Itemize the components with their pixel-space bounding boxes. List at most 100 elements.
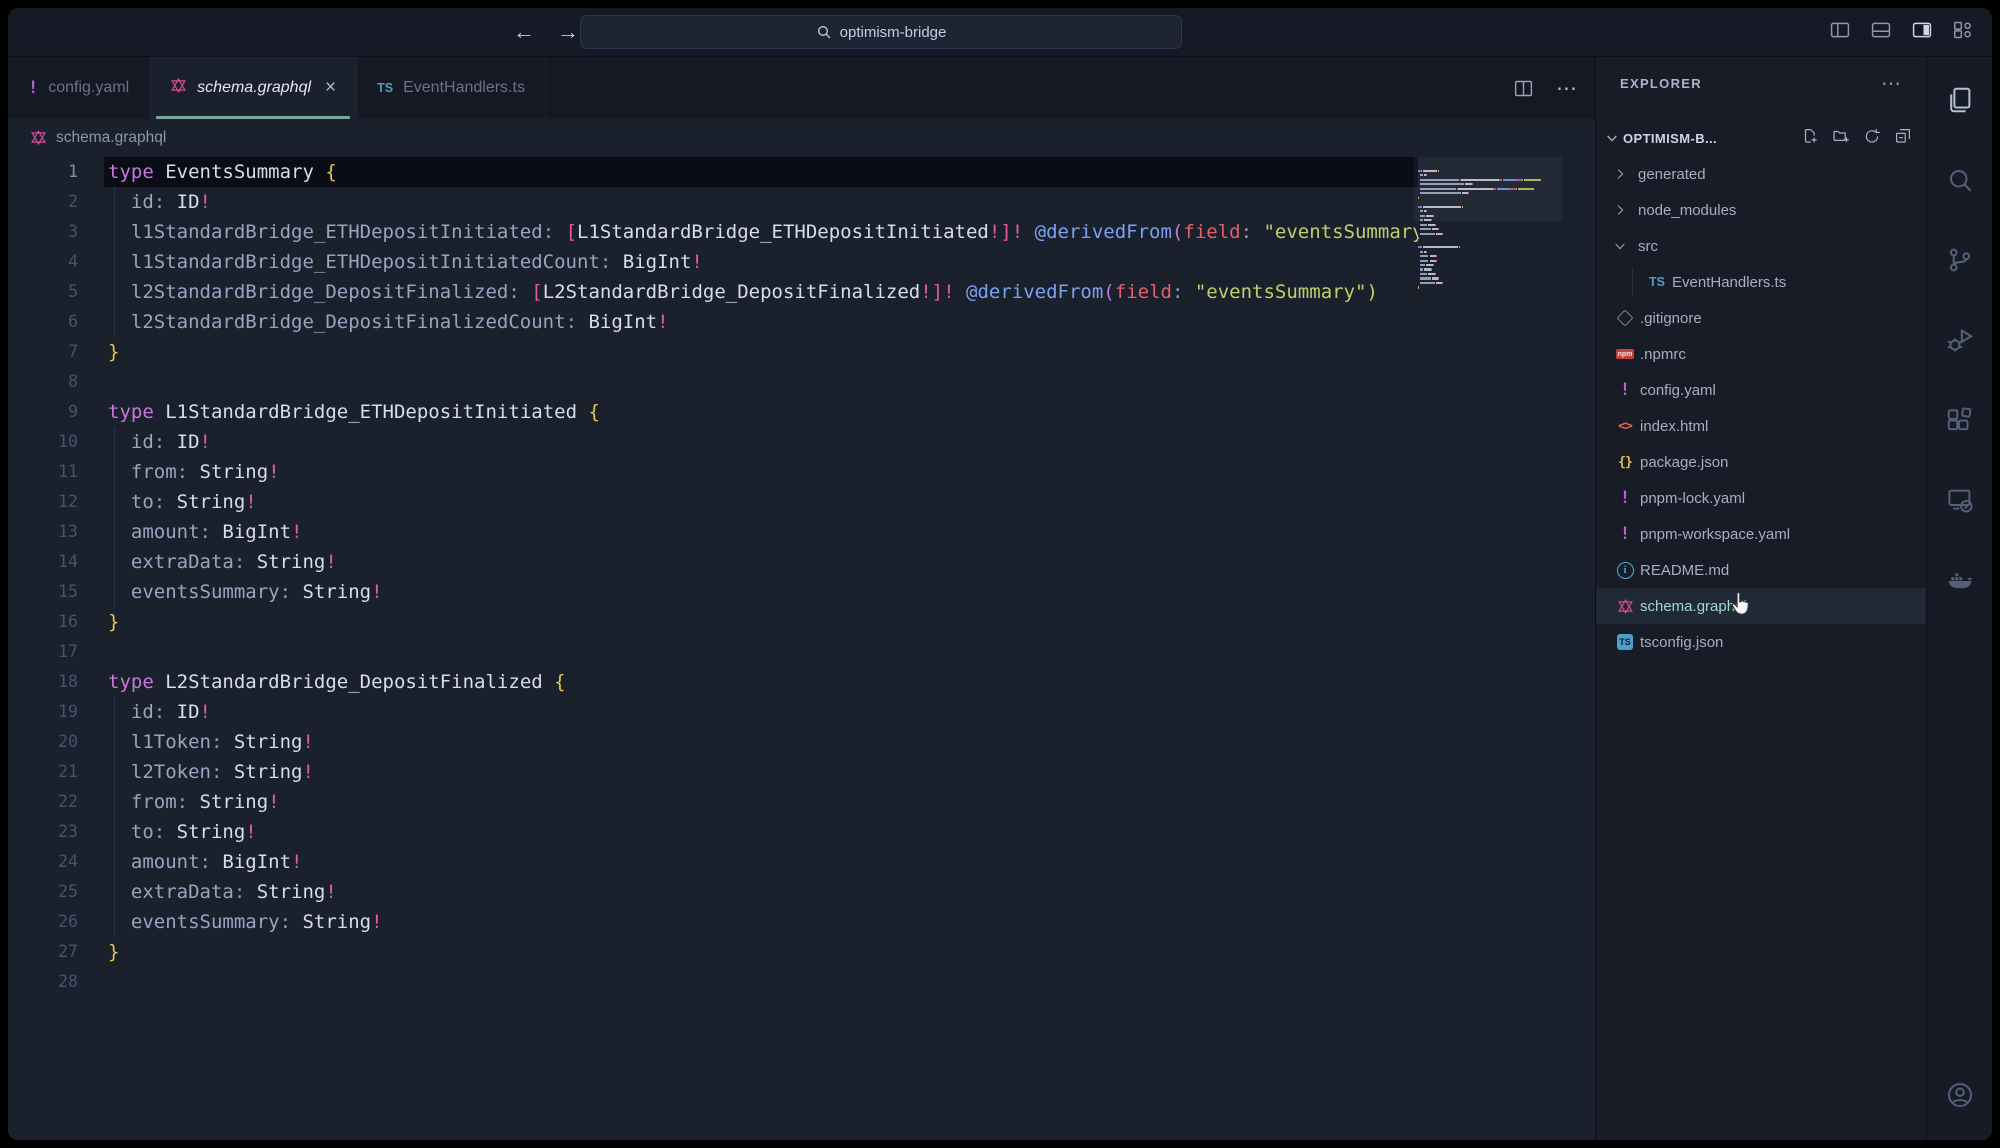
minimap-line <box>1418 224 1558 226</box>
code-line[interactable]: from: String! <box>108 457 1418 487</box>
code-line[interactable]: eventsSummary: String! <box>108 907 1418 937</box>
docker-icon[interactable] <box>1945 565 1975 595</box>
line-number: 14 <box>8 547 78 577</box>
tab-config.yaml[interactable]: !config.yaml <box>8 57 150 119</box>
code-line[interactable]: to: String! <box>108 487 1418 517</box>
search-icon <box>816 24 832 40</box>
workbench: !config.yamlschema.graphql×TSEventHandle… <box>8 56 1992 1140</box>
toggle-panel-bottom-icon[interactable] <box>1870 19 1892 46</box>
command-center-search[interactable]: optimism-bridge <box>580 15 1182 49</box>
file-item-package.json[interactable]: {}package.json <box>1596 444 1926 480</box>
code-line[interactable]: l1StandardBridge_ETHDepositInitiated: [L… <box>108 217 1418 247</box>
minimap-line <box>1418 238 1558 240</box>
remote-icon[interactable] <box>1945 485 1975 515</box>
customize-layout-icon[interactable] <box>1952 19 1974 46</box>
code-line[interactable]: amount: BigInt! <box>108 847 1418 877</box>
file-item-pnpm-lock.yaml[interactable]: !pnpm-lock.yaml <box>1596 480 1926 516</box>
file-item-.npmrc[interactable]: npm.npmrc <box>1596 336 1926 372</box>
file-item-schema.graphql[interactable]: schema.graphql <box>1596 588 1926 624</box>
code-line[interactable]: type L1StandardBridge_ETHDepositInitiate… <box>108 397 1418 427</box>
files-icon[interactable] <box>1945 85 1975 115</box>
code-line[interactable] <box>108 967 1418 997</box>
code-line[interactable]: extraData: String! <box>108 547 1418 577</box>
breadcrumb[interactable]: schema.graphql <box>8 119 1595 156</box>
code-line[interactable]: l2StandardBridge_DepositFinalized: [L2St… <box>108 277 1418 307</box>
code-line[interactable]: id: ID! <box>108 187 1418 217</box>
file-name: .gitignore <box>1640 310 1702 327</box>
collapse-all-icon[interactable] <box>1894 127 1912 149</box>
folder-item-generated[interactable]: generated <box>1596 156 1926 192</box>
code-editor[interactable]: 1234567891011121314151617181920212223242… <box>8 156 1595 1140</box>
code-line[interactable]: amount: BigInt! <box>108 517 1418 547</box>
line-number-gutter: 1234567891011121314151617181920212223242… <box>8 157 78 997</box>
split-editor-icon[interactable] <box>1513 78 1534 99</box>
minimap-line <box>1418 229 1558 231</box>
extensions-icon[interactable] <box>1945 405 1975 435</box>
file-item-pnpm-workspace.yaml[interactable]: !pnpm-workspace.yaml <box>1596 516 1926 552</box>
code-line[interactable]: l1Token: String! <box>108 727 1418 757</box>
code-line[interactable]: l1StandardBridge_ETHDepositInitiatedCoun… <box>108 247 1418 277</box>
tab-label: schema.graphql <box>197 79 311 97</box>
file-item-index.html[interactable]: <>index.html <box>1596 408 1926 444</box>
line-number: 1 <box>8 157 78 187</box>
minimap-line <box>1418 256 1558 258</box>
file-item-README.md[interactable]: iREADME.md <box>1596 552 1926 588</box>
line-number: 5 <box>8 277 78 307</box>
code-line[interactable]: type EventsSummary { <box>108 157 1418 187</box>
toggle-panel-right-icon[interactable] <box>1911 19 1933 46</box>
minimap[interactable] <box>1418 157 1558 289</box>
explorer-title: EXPLORER <box>1620 76 1702 91</box>
breadcrumb-file: schema.graphql <box>56 129 166 147</box>
file-item-.gitignore[interactable]: .gitignore <box>1596 300 1926 336</box>
line-number: 8 <box>8 367 78 397</box>
code-line[interactable]: to: String! <box>108 817 1418 847</box>
history-back-icon[interactable]: ← <box>513 19 535 45</box>
folder-item-src[interactable]: src <box>1596 228 1926 264</box>
file-item-tsconfig.json[interactable]: TStsconfig.json <box>1596 624 1926 660</box>
code-line[interactable]: } <box>108 607 1418 637</box>
file-item-EventHandlers.ts[interactable]: TSEventHandlers.ts <box>1596 264 1926 300</box>
code-line[interactable]: id: ID! <box>108 427 1418 457</box>
chevron-down-icon <box>1612 238 1628 254</box>
tab-label: EventHandlers.ts <box>403 79 525 97</box>
new-folder-icon[interactable] <box>1832 127 1850 149</box>
code-line[interactable]: l2StandardBridge_DepositFinalizedCount: … <box>108 307 1418 337</box>
code-line[interactable]: type L2StandardBridge_DepositFinalized { <box>108 667 1418 697</box>
code-line[interactable]: l2Token: String! <box>108 757 1418 787</box>
code-line[interactable]: eventsSummary: String! <box>108 577 1418 607</box>
debug-icon[interactable] <box>1945 325 1975 355</box>
close-tab-icon[interactable]: × <box>325 77 336 99</box>
editor-more-actions-icon[interactable]: ⋯ <box>1556 76 1579 101</box>
tab-bar: !config.yaml schema.graphql × TSEventHandle… <box>8 57 1595 119</box>
line-number: 22 <box>8 787 78 817</box>
file-item-config.yaml[interactable]: !config.yaml <box>1596 372 1926 408</box>
account-icon[interactable] <box>1945 1080 1975 1110</box>
line-number: 13 <box>8 517 78 547</box>
workspace-name: OPTIMISM-B... <box>1623 131 1717 146</box>
code-line[interactable]: id: ID! <box>108 697 1418 727</box>
code-line[interactable] <box>108 637 1418 667</box>
code-line[interactable]: from: String! <box>108 787 1418 817</box>
new-file-icon[interactable] <box>1801 127 1819 149</box>
folder-item-node_modules[interactable]: node_modules <box>1596 192 1926 228</box>
tab-EventHandlers.ts[interactable]: TSEventHandlers.ts <box>357 57 546 119</box>
line-number: 17 <box>8 637 78 667</box>
minimap-line <box>1418 278 1558 280</box>
editor-group: !config.yaml schema.graphql × TSEventHandle… <box>8 57 1595 1140</box>
search-icon[interactable] <box>1945 165 1975 195</box>
refresh-icon[interactable] <box>1863 127 1881 149</box>
code-line[interactable]: } <box>108 937 1418 967</box>
tab-schema.graphql[interactable]: schema.graphql × <box>150 57 357 119</box>
code-line[interactable] <box>108 367 1418 397</box>
history-forward-icon[interactable]: → <box>557 19 579 45</box>
code-line[interactable]: extraData: String! <box>108 877 1418 907</box>
ts-file-icon: TS <box>1644 275 1670 289</box>
line-number: 19 <box>8 697 78 727</box>
chevron-down-icon <box>1604 130 1620 146</box>
source-control-icon[interactable] <box>1945 245 1975 275</box>
file-name: EventHandlers.ts <box>1672 274 1786 291</box>
toggle-panel-left-icon[interactable] <box>1829 19 1851 46</box>
workspace-section-header[interactable]: OPTIMISM-B... <box>1596 120 1926 156</box>
explorer-more-icon[interactable]: ⋯ <box>1881 71 1902 96</box>
code-line[interactable]: } <box>108 337 1418 367</box>
